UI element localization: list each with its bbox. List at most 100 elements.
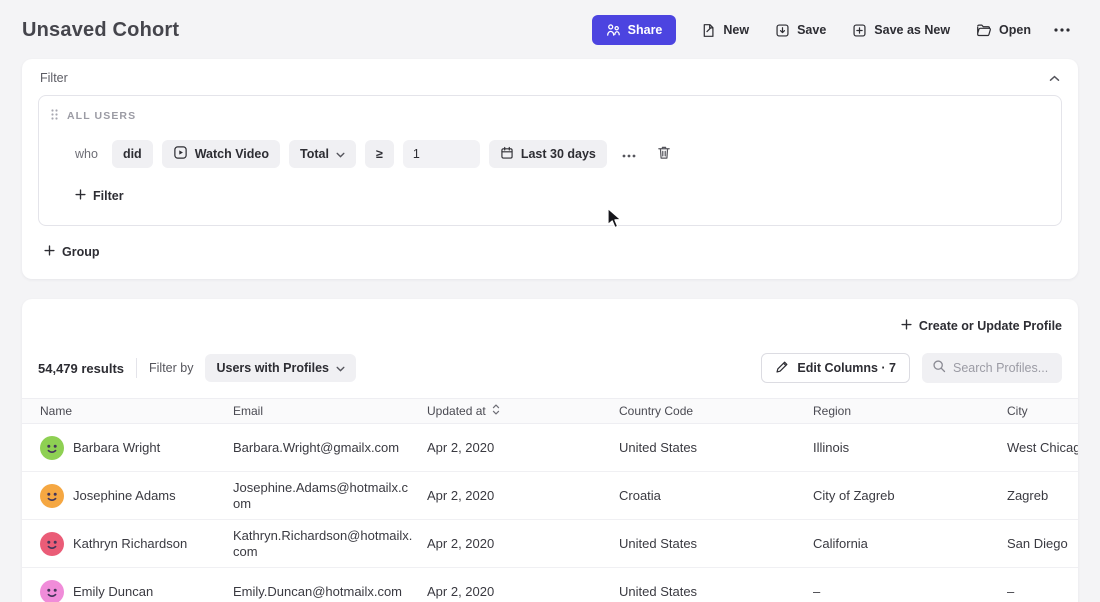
chevron-down-icon [336, 361, 345, 375]
column-header-name[interactable]: Name [40, 404, 233, 418]
cell-email: Barbara.Wright@gmailx.com [233, 440, 427, 456]
cell-city: San Diego [1007, 536, 1078, 552]
divider [136, 358, 137, 378]
column-header-label: Email [233, 404, 263, 418]
who-label: who [75, 147, 98, 161]
pencil-icon [775, 360, 789, 377]
column-header-label: Name [40, 404, 72, 418]
avatar [40, 532, 64, 556]
aggregation-label: Total [300, 147, 329, 161]
filter-condition-row: who did Watch Video Total ≥ [75, 140, 1049, 168]
did-label: did [123, 147, 142, 161]
filter-card: Filter ALL USERS who did Watch Video [22, 59, 1078, 279]
plus-icon [44, 245, 55, 259]
column-header-label: Updated at [427, 404, 486, 418]
table-row[interactable]: Emily Duncan Emily.Duncan@hotmailx.com A… [22, 568, 1078, 602]
edit-columns-button[interactable]: Edit Columns · 7 [761, 353, 910, 383]
search-profiles-input[interactable] [953, 361, 1052, 375]
avatar [40, 580, 64, 602]
aggregation-dropdown[interactable]: Total [289, 140, 356, 168]
cell-name-text: Kathryn Richardson [73, 536, 187, 552]
trash-icon [657, 145, 671, 163]
add-filter-button[interactable]: Filter [75, 182, 124, 210]
filter-group-header: ALL USERS [51, 109, 1049, 123]
open-button-label: Open [999, 23, 1031, 37]
column-header-label: Country Code [619, 404, 693, 418]
results-card-header: Create or Update Profile [22, 299, 1078, 350]
open-button[interactable]: Open [965, 15, 1042, 45]
event-label: Watch Video [195, 147, 269, 161]
results-count: 54,479 results [38, 361, 124, 376]
cell-region: California [813, 536, 1007, 552]
group-label: ALL USERS [67, 110, 136, 122]
profiles-filter-dropdown[interactable]: Users with Profiles [205, 354, 356, 382]
results-controls: 54,479 results Filter by Users with Prof… [22, 350, 1078, 398]
calendar-icon [500, 146, 514, 163]
event-icon [173, 145, 188, 163]
edit-columns-label: Edit Columns · 7 [797, 361, 896, 375]
cell-name: Barbara Wright [40, 436, 233, 460]
cell-city: West Chicago [1007, 440, 1078, 456]
share-button[interactable]: Share [592, 15, 677, 45]
column-header-label: Region [813, 404, 851, 418]
collapse-filter-button[interactable] [1049, 70, 1060, 85]
table-row[interactable]: Josephine Adams Josephine.Adams@hotmailx… [22, 472, 1078, 520]
table-row[interactable]: Kathryn Richardson Kathryn.Richardson@ho… [22, 520, 1078, 568]
threshold-value-input[interactable] [403, 140, 480, 168]
filter-card-header: Filter [38, 70, 1062, 85]
cell-city: – [1007, 584, 1078, 600]
column-header-region[interactable]: Region [813, 404, 1007, 418]
add-group-label: Group [62, 245, 100, 259]
cell-name-text: Emily Duncan [73, 584, 153, 600]
cell-name: Josephine Adams [40, 484, 233, 508]
save-as-new-button[interactable]: Save as New [841, 15, 961, 45]
column-header-email[interactable]: Email [233, 404, 427, 418]
filter-group: ALL USERS who did Watch Video Total ≥ [38, 95, 1062, 226]
event-selector-button[interactable]: Watch Video [162, 140, 280, 168]
column-header-country-code[interactable]: Country Code [619, 404, 813, 418]
column-header-label: City [1007, 404, 1028, 418]
cell-city: Zagreb [1007, 488, 1078, 504]
table-header-row: Name Email Updated at Country Code Regio… [22, 398, 1078, 424]
did-toggle-button[interactable]: did [112, 140, 153, 168]
add-group-button[interactable]: Group [44, 238, 100, 266]
column-header-city[interactable]: City [1007, 404, 1078, 418]
more-horizontal-icon [1054, 28, 1070, 32]
search-box [922, 353, 1062, 383]
avatar [40, 484, 64, 508]
condition-more-button[interactable] [616, 140, 642, 168]
filter-by-label: Filter by [149, 361, 193, 375]
cell-country-code: Croatia [619, 488, 813, 504]
new-button[interactable]: New [690, 15, 760, 45]
cell-country-code: United States [619, 584, 813, 600]
save-as-new-icon [852, 23, 867, 38]
more-options-button[interactable] [1046, 15, 1078, 45]
cell-email: Josephine.Adams@hotmailx.com [233, 480, 427, 512]
profiles-filter-label: Users with Profiles [216, 361, 329, 375]
results-card: Create or Update Profile 54,479 results … [22, 299, 1078, 602]
save-button-label: Save [797, 23, 826, 37]
avatar [40, 436, 64, 460]
create-or-update-profile-button[interactable]: Create or Update Profile [901, 312, 1062, 340]
cell-name: Kathryn Richardson [40, 532, 233, 556]
drag-handle-icon[interactable] [51, 109, 58, 123]
create-or-update-profile-label: Create or Update Profile [919, 319, 1062, 333]
page-title: Unsaved Cohort [22, 19, 179, 42]
date-range-label: Last 30 days [521, 147, 596, 161]
cell-region: Illinois [813, 440, 1007, 456]
new-document-icon [701, 23, 716, 38]
operator-label: ≥ [376, 147, 383, 161]
date-range-button[interactable]: Last 30 days [489, 140, 607, 168]
save-icon [775, 23, 790, 38]
table-row[interactable]: Barbara Wright Barbara.Wright@gmailx.com… [22, 424, 1078, 472]
column-header-updated-at[interactable]: Updated at [427, 404, 619, 418]
operator-button[interactable]: ≥ [365, 140, 394, 168]
share-button-label: Share [628, 23, 663, 37]
plus-icon [75, 189, 86, 203]
sort-icon[interactable] [492, 404, 500, 418]
chevron-down-icon [336, 147, 345, 161]
cell-updated-at: Apr 2, 2020 [427, 488, 619, 504]
cell-email: Kathryn.Richardson@hotmailx.com [233, 528, 427, 560]
delete-condition-button[interactable] [651, 140, 677, 168]
save-button[interactable]: Save [764, 15, 837, 45]
